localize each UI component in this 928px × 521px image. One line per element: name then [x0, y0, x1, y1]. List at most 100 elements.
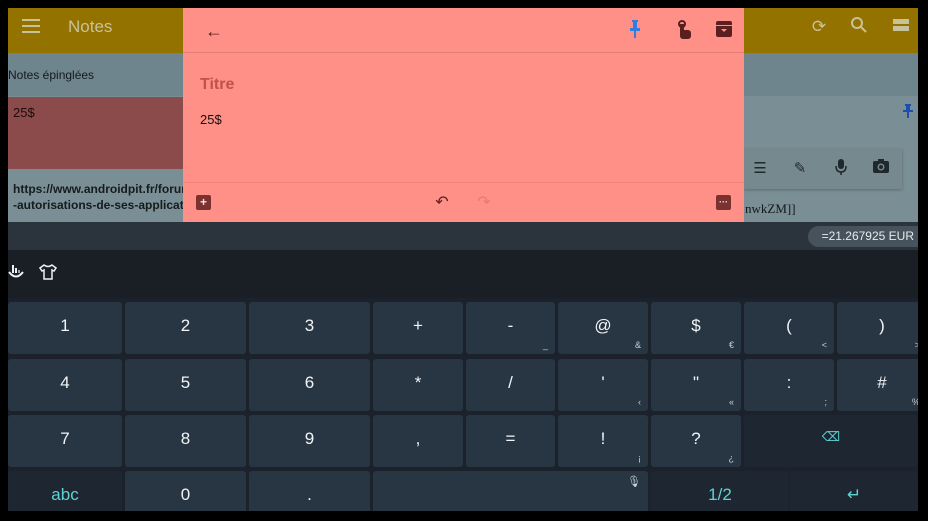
title-input[interactable]: Titre	[200, 76, 234, 94]
key-label: 5	[180, 373, 191, 392]
microphone-icon[interactable]	[830, 158, 852, 180]
key-sub-label: >	[914, 340, 918, 350]
key-label: (	[786, 316, 792, 335]
key-label: '	[601, 373, 605, 392]
key-label: 6	[304, 373, 315, 392]
key-abc[interactable]: abc	[8, 471, 122, 511]
key-char[interactable]: (<	[744, 302, 834, 354]
key-char[interactable]: - _	[466, 302, 555, 354]
key-char[interactable]: ? ¿	[651, 415, 741, 467]
quick-note-toolbar: ☰ ✎	[744, 149, 902, 189]
key-sub-label: €	[728, 340, 734, 350]
key-char[interactable]: ,	[373, 415, 463, 467]
checklist-icon[interactable]: ☰	[749, 158, 771, 180]
key-backspace[interactable]: ⌫	[744, 415, 918, 467]
refresh-icon[interactable]: ⟳	[808, 16, 830, 38]
key-label: .	[307, 485, 312, 504]
key-sub-label: ¡	[638, 453, 641, 463]
key-space[interactable]: 🎙	[373, 471, 648, 511]
swiftkey-logo-icon[interactable]	[8, 264, 26, 285]
key-char[interactable]: 0	[125, 471, 246, 511]
key-char[interactable]: 2	[125, 302, 246, 354]
editor-toolbar: ←	[183, 8, 744, 53]
key-label: -	[507, 316, 514, 335]
key-sub-label: ;	[824, 397, 827, 407]
camera-icon[interactable]	[870, 158, 892, 180]
pin-icon[interactable]	[624, 20, 646, 42]
key-char[interactable]: :;	[744, 359, 834, 411]
microphone-icon: 🎙	[627, 476, 641, 488]
key-label: 4	[60, 373, 70, 392]
key-label: 1	[60, 316, 70, 335]
redo-icon: ↷	[477, 194, 491, 211]
key-char[interactable]: 5	[125, 359, 246, 411]
key-char[interactable]: " «	[651, 359, 741, 411]
editor-bottom-bar: + ↶ ↷ ···	[183, 182, 744, 222]
note-text-line: -autorisations-de-ses-applicati	[13, 198, 188, 212]
key-label: 0	[180, 485, 191, 504]
key-label: ?	[691, 429, 701, 448]
key-page[interactable]: 1/2	[651, 471, 789, 511]
key-label: 9	[304, 429, 315, 448]
suggestion-chip[interactable]: =21.267925 EUR	[807, 226, 918, 247]
key-char[interactable]: .	[249, 471, 370, 511]
enter-icon: ↵	[846, 485, 862, 504]
note-body-input[interactable]: 25$	[200, 112, 222, 127]
key-label: "	[692, 373, 700, 392]
key-label: @	[594, 316, 612, 335]
note-editor: ← Titre 25$ + ↶ ↷ ···	[183, 8, 744, 222]
back-arrow-icon[interactable]: ←	[203, 20, 225, 42]
key-sub-label: _	[542, 340, 548, 350]
keyboard-suggestion-bar: =21.267925 EUR	[8, 222, 918, 250]
key-label: #	[877, 373, 887, 392]
key-char[interactable]: 3	[249, 302, 370, 354]
pencil-icon[interactable]: ✎	[789, 158, 811, 180]
key-sub-label: &	[634, 340, 641, 350]
key-char[interactable]: 1	[8, 302, 122, 354]
key-sub-label: <	[821, 340, 827, 350]
keyboard-toolbar	[8, 250, 918, 298]
key-char[interactable]: 6	[249, 359, 370, 411]
key-char[interactable]: $ €	[651, 302, 741, 354]
key-enter[interactable]: ↵	[790, 471, 918, 511]
key-label: )	[879, 316, 885, 335]
key-sub-label: ¿	[728, 453, 735, 463]
key-char[interactable]: ' ‹	[558, 359, 648, 411]
key-char[interactable]: 9	[249, 415, 370, 467]
backspace-icon: ⌫	[821, 429, 841, 444]
key-char[interactable]: #%	[837, 359, 918, 411]
keyboard-keys: 123+-_@&$€(<)>456*/'‹"«:;#%789,=!¡?¿⌫abc…	[8, 298, 918, 511]
key-label: ,	[415, 429, 421, 448]
key-char[interactable]: @ &	[558, 302, 648, 354]
more-icon[interactable]: ···	[716, 195, 731, 210]
add-icon[interactable]: +	[196, 195, 211, 210]
key-label: /	[508, 373, 513, 392]
note-text: 25$	[13, 105, 35, 120]
key-label: !	[600, 429, 606, 448]
key-sub-label: ‹	[638, 397, 641, 407]
key-char[interactable]: ! ¡	[558, 415, 648, 467]
key-char[interactable]: 4	[8, 359, 122, 411]
key-char[interactable]: ) >	[837, 302, 918, 354]
app-title: Notes	[68, 17, 113, 36]
key-sub-label: «	[728, 397, 734, 407]
search-icon[interactable]	[848, 16, 870, 38]
note-card[interactable]: https://www.androidpit.fr/forum -autorisa…	[8, 178, 192, 222]
note-text: nwkZM]]	[745, 201, 796, 216]
theme-shirt-icon[interactable]	[38, 264, 58, 285]
key-char[interactable]: *	[373, 359, 463, 411]
key-char[interactable]: +	[373, 302, 463, 354]
archive-icon[interactable]	[713, 20, 735, 42]
key-label: 1/2	[708, 485, 732, 504]
reminder-icon[interactable]	[673, 20, 695, 42]
note-card[interactable]: 25$	[8, 97, 186, 169]
note-text: https://www.androidpit.fr/forum -autorisa…	[13, 181, 192, 213]
hamburger-menu-icon[interactable]	[22, 19, 40, 33]
view-toggle-icon[interactable]	[890, 16, 912, 38]
device-screen: Notes ⟳ Notes épinglées 25$ https://www.…	[8, 8, 918, 511]
key-char[interactable]: /	[466, 359, 555, 411]
undo-icon[interactable]: ↶	[431, 192, 453, 214]
key-char[interactable]: 7	[8, 415, 122, 467]
key-char[interactable]: =	[466, 415, 555, 467]
key-char[interactable]: 8	[125, 415, 246, 467]
